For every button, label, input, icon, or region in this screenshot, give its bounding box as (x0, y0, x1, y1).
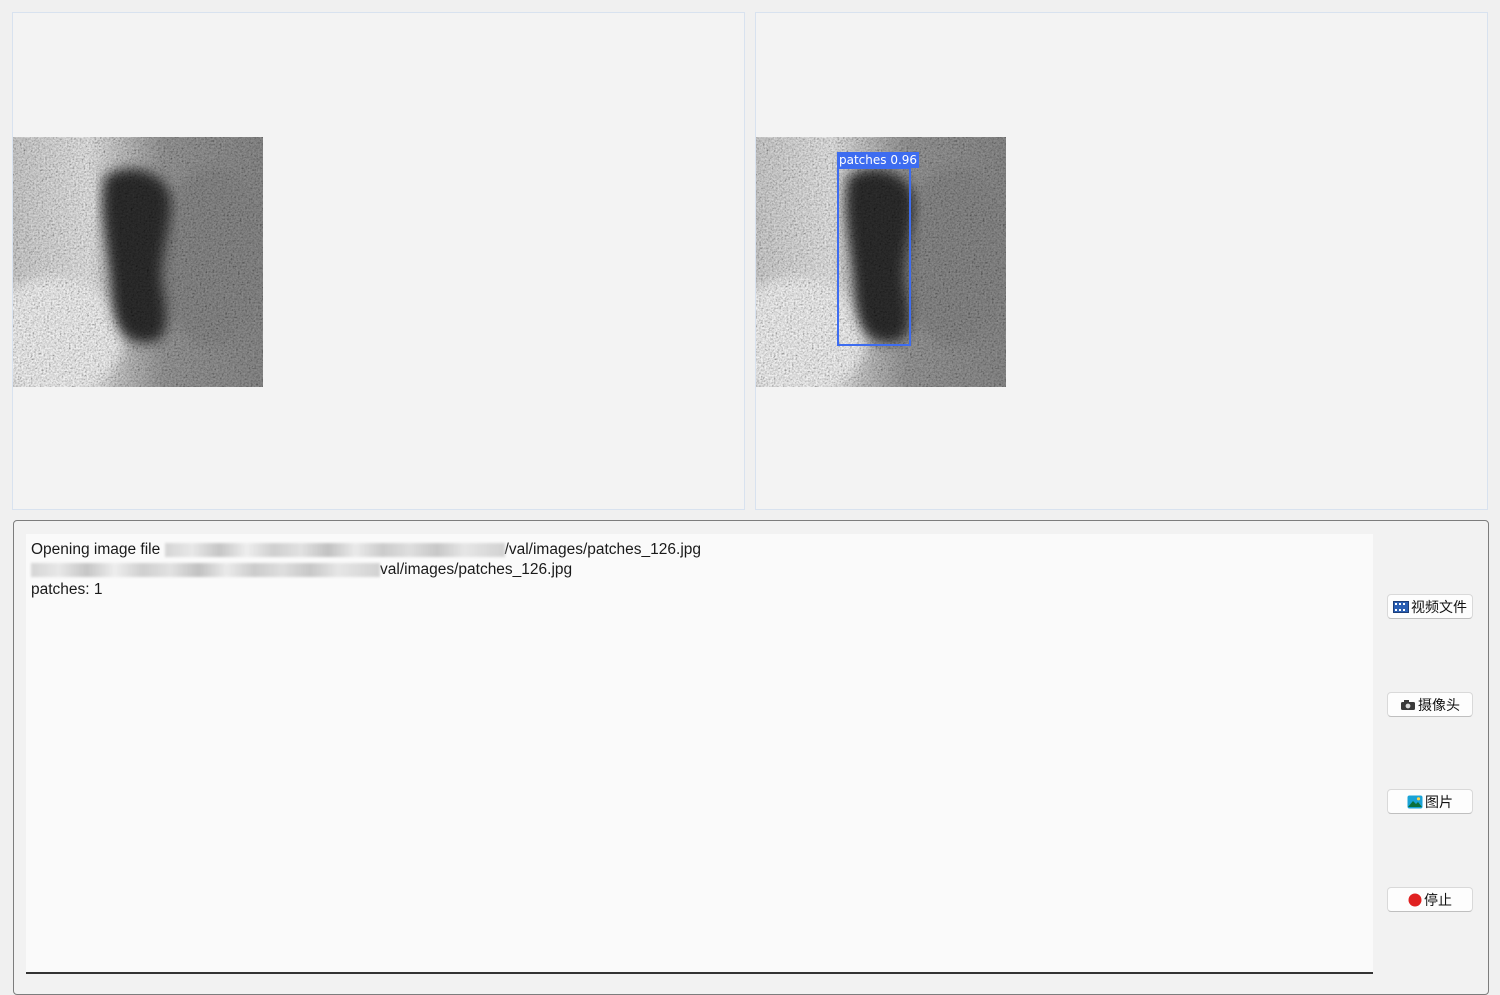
log-line-prefix: Opening image file (31, 541, 161, 558)
bottom-section: Opening image file /val/images/patches_1… (13, 520, 1489, 995)
picture-icon (1407, 795, 1423, 809)
camera-icon (1400, 699, 1416, 711)
log-line: val/images/patches_126.jpg (31, 560, 1373, 580)
redacted-path (31, 562, 380, 577)
stop-button-label: 停止 (1424, 892, 1452, 909)
log-line: Opening image file /val/images/patches_1… (31, 540, 1373, 560)
camera-button-label: 摄像头 (1418, 697, 1460, 714)
detection-bounding-box (837, 167, 911, 346)
image-button[interactable]: 图片 (1387, 789, 1473, 814)
stop-button[interactable]: 停止 (1387, 887, 1473, 912)
log-line-suffix: /val/images/patches_126.jpg (504, 541, 702, 558)
film-icon (1393, 600, 1409, 613)
image-button-label: 图片 (1425, 794, 1453, 811)
source-image (13, 137, 263, 387)
log-line: patches: 1 (31, 581, 103, 598)
detection-label: patches 0.96 (837, 152, 920, 168)
log-output[interactable]: Opening image file /val/images/patches_1… (26, 534, 1373, 974)
red-dot-icon (1408, 893, 1422, 907)
log-line-suffix: val/images/patches_126.jpg (380, 561, 573, 578)
source-image-panel (12, 12, 745, 510)
redacted-path (164, 542, 505, 557)
video-file-button-label: 视频文件 (1411, 599, 1467, 616)
result-image-panel: patches 0.96 (755, 12, 1488, 510)
video-file-button[interactable]: 视频文件 (1387, 594, 1473, 619)
camera-button[interactable]: 摄像头 (1387, 692, 1473, 717)
result-image: patches 0.96 (756, 137, 1006, 387)
